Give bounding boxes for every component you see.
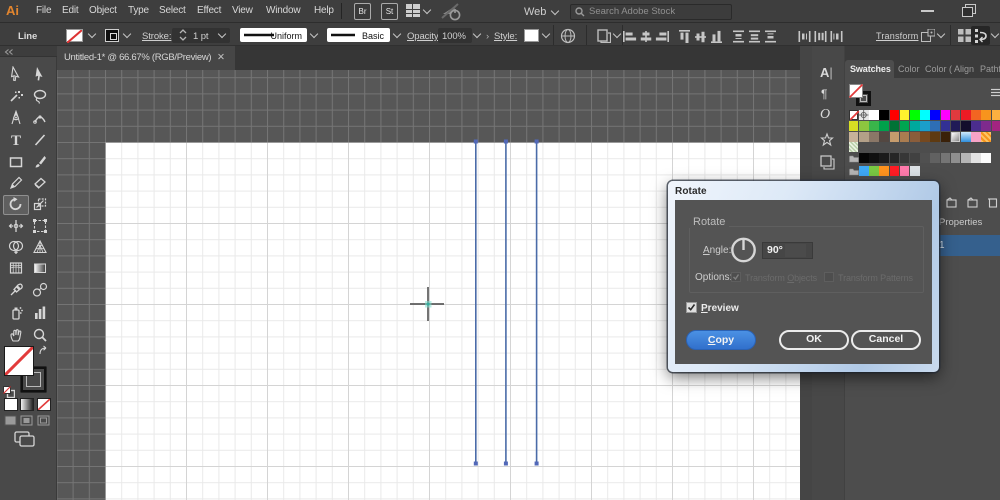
svg-text:T: T bbox=[11, 133, 21, 149]
